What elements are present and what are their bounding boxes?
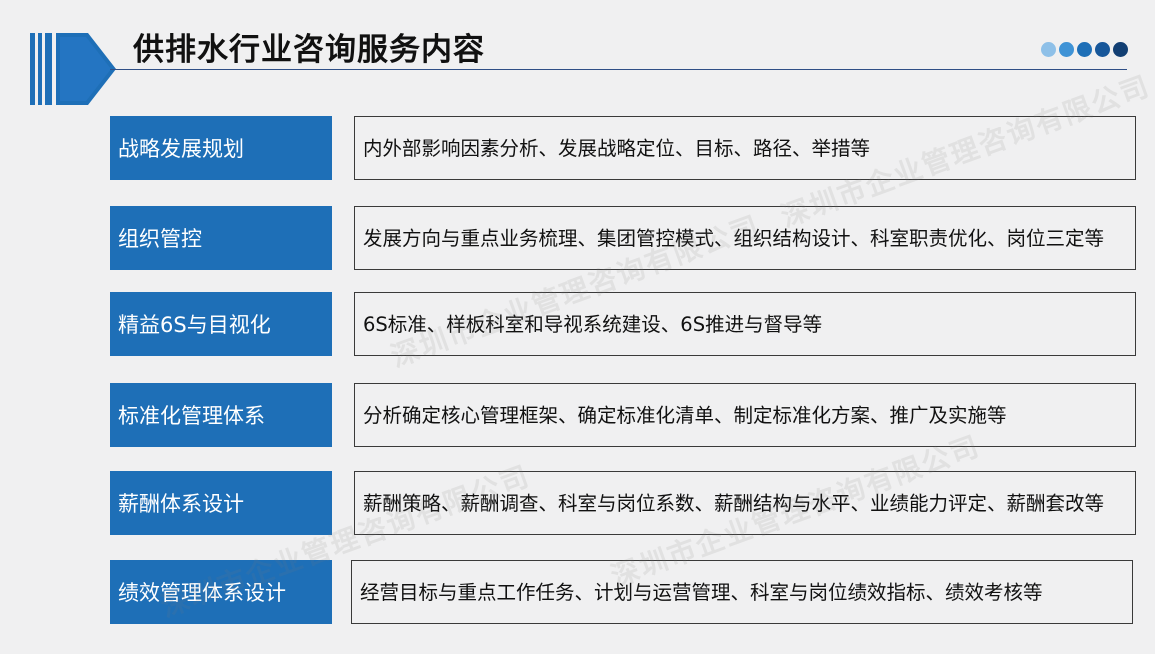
dot-1 [1041, 42, 1056, 57]
row-label-strategy: 战略发展规划 [110, 116, 332, 180]
dot-3 [1077, 42, 1092, 57]
row-desc-standardization: 分析确定核心管理框架、确定标准化清单、制定标准化方案、推广及实施等 [354, 383, 1136, 447]
row-label-compensation: 薪酬体系设计 [110, 471, 332, 535]
row-desc-text: 薪酬策略、薪酬调查、科室与岗位系数、薪酬结构与水平、业绩能力评定、薪酬套改等 [363, 491, 1105, 515]
row-label-standardization: 标准化管理体系 [110, 383, 332, 447]
page-title: 供排水行业咨询服务内容 [133, 32, 485, 68]
row-desc-text: 6S标准、样板科室和导视系统建设、6S推进与督导等 [363, 312, 823, 336]
title-divider [110, 69, 1127, 70]
dot-4 [1095, 42, 1110, 57]
row-desc-lean-6s: 6S标准、样板科室和导视系统建设、6S推进与督导等 [354, 292, 1136, 356]
row-desc-compensation: 薪酬策略、薪酬调查、科室与岗位系数、薪酬结构与水平、业绩能力评定、薪酬套改等 [354, 471, 1136, 535]
row-desc-org-control: 发展方向与重点业务梳理、集团管控模式、组织结构设计、科室职责优化、岗位三定等 [354, 206, 1136, 270]
row-desc-strategy: 内外部影响因素分析、发展战略定位、目标、路径、举措等 [354, 116, 1136, 180]
row-desc-text: 分析确定核心管理框架、确定标准化清单、制定标准化方案、推广及实施等 [363, 403, 1007, 427]
row-desc-performance: 经营目标与重点工作任务、计划与运营管理、科室与岗位绩效指标、绩效考核等 [351, 560, 1133, 624]
row-desc-text: 经营目标与重点工作任务、计划与运营管理、科室与岗位绩效指标、绩效考核等 [360, 580, 1043, 604]
dot-2 [1059, 42, 1074, 57]
row-desc-text: 发展方向与重点业务梳理、集团管控模式、组织结构设计、科室职责优化、岗位三定等 [363, 226, 1105, 250]
progress-dots [1041, 42, 1128, 57]
row-label-performance: 绩效管理体系设计 [110, 560, 332, 624]
row-desc-text: 内外部影响因素分析、发展战略定位、目标、路径、举措等 [363, 136, 871, 160]
dot-5 [1113, 42, 1128, 57]
row-label-lean-6s: 精益6S与目视化 [110, 292, 332, 356]
row-label-org-control: 组织管控 [110, 206, 332, 270]
logo-icon [30, 33, 116, 105]
